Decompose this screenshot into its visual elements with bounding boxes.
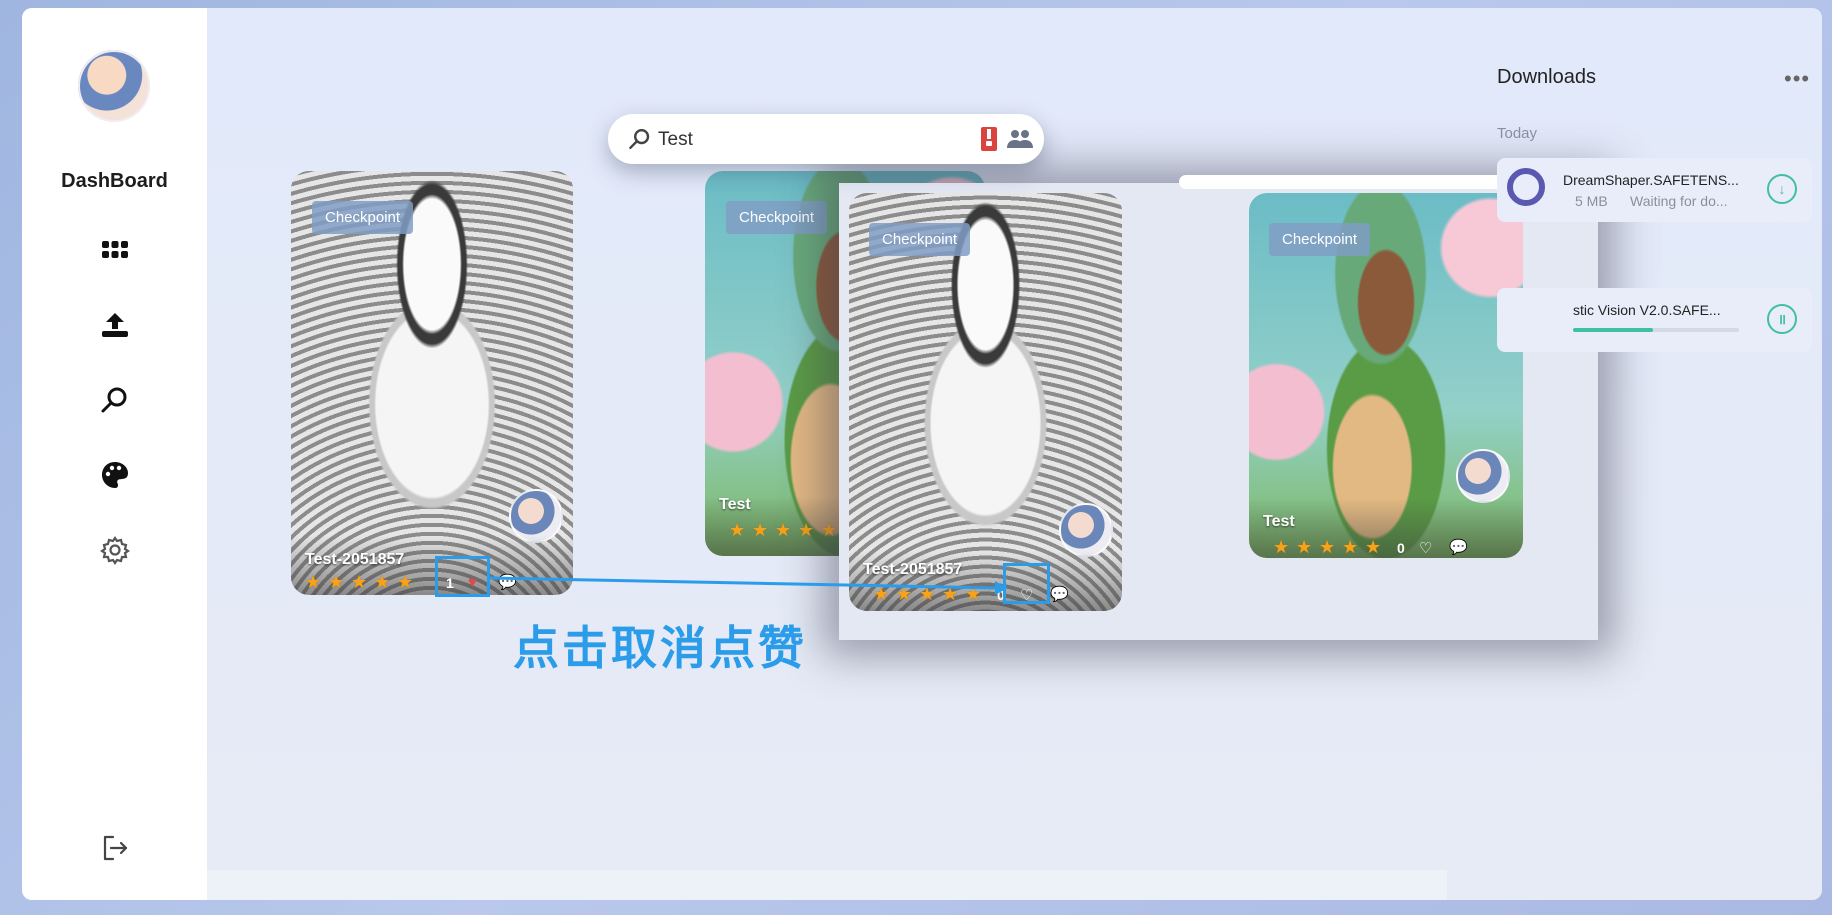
star-icon: ★: [305, 572, 322, 592]
settings-icon[interactable]: [98, 533, 132, 567]
star-icon: ★: [351, 572, 368, 592]
upload-icon[interactable]: [98, 308, 132, 342]
model-type-badge: Checkpoint: [312, 201, 414, 234]
star-icon: ★: [1319, 537, 1336, 557]
search-input[interactable]: [656, 126, 960, 154]
like-count: 0: [1397, 540, 1405, 556]
grid-icon[interactable]: [98, 233, 132, 267]
author-avatar[interactable]: [1456, 449, 1510, 503]
model-type-badge: Checkpoint: [869, 223, 971, 256]
star-icon: ★: [397, 572, 414, 592]
star-icon: ★: [729, 520, 746, 540]
star-icon: ★: [798, 520, 815, 540]
download-item[interactable]: stic Vision V2.0.SAFE... ॥: [1497, 288, 1812, 352]
app-window: DashBoard Checkpoint Test-2051857 ★ ★ ★ …: [22, 8, 1822, 900]
star-icon: ★: [1296, 537, 1313, 557]
star-icon: ★: [1273, 537, 1290, 557]
search-icon: [628, 127, 652, 156]
star-icon: ★: [1342, 537, 1359, 557]
model-card[interactable]: Checkpoint Test-2051857 ★ ★ ★ ★ ★ 1 ♥ 💬: [291, 171, 573, 595]
author-avatar[interactable]: [1059, 503, 1113, 557]
comment-icon[interactable]: 💬: [1449, 538, 1468, 556]
brand-title: DashBoard: [61, 170, 168, 192]
model-type-badge: Checkpoint: [1269, 223, 1371, 256]
downloads-title: Downloads: [1497, 66, 1596, 88]
comment-icon[interactable]: 💬: [1050, 585, 1069, 603]
palette-icon[interactable]: [98, 458, 132, 492]
star-icon: ★: [821, 520, 838, 540]
download-progress-fill: [1573, 328, 1653, 332]
model-card[interactable]: Checkpoint Test-2051857 ★ ★ ★ ★ ★ 0 ♡ 💬: [849, 193, 1122, 611]
avatar[interactable]: [78, 50, 150, 122]
sidebar: DashBoard: [22, 8, 207, 900]
logout-icon[interactable]: [98, 831, 132, 865]
horizontal-scrollbar[interactable]: [207, 870, 1447, 900]
zip-file-icon[interactable]: [980, 126, 998, 157]
download-size: 5 MB: [1575, 193, 1608, 209]
card-title: Test: [1263, 513, 1295, 530]
download-name: DreamShaper.SAFETENS...: [1563, 172, 1739, 188]
star-icon: ★: [328, 572, 345, 592]
card-title: Test-2051857: [305, 551, 405, 568]
model-type-badge: Checkpoint: [726, 201, 828, 234]
search-icon[interactable]: [98, 383, 132, 417]
annotation-text: 点击取消点赞: [513, 621, 807, 675]
annotation-arrow: [490, 576, 1008, 595]
download-status: Waiting for do...: [1630, 193, 1728, 209]
star-icon: ★: [374, 572, 391, 592]
file-icon: [1507, 168, 1545, 206]
download-name: stic Vision V2.0.SAFE...: [1573, 302, 1721, 318]
rating-stars: ★ ★ ★ ★ ★: [1273, 538, 1383, 556]
download-icon[interactable]: ↓: [1767, 174, 1797, 204]
rating-stars: ★ ★ ★ ★ ★: [305, 573, 415, 591]
star-icon: ★: [752, 520, 769, 540]
download-item[interactable]: DreamShaper.SAFETENS... 5 MB Waiting for…: [1497, 158, 1812, 222]
star-icon: ★: [1365, 537, 1382, 557]
pause-icon[interactable]: ॥: [1767, 304, 1797, 334]
users-icon[interactable]: [1006, 128, 1034, 155]
heart-outline-icon[interactable]: ♡: [1419, 539, 1432, 557]
model-card[interactable]: Checkpoint Test ★ ★ ★ ★ ★ 0 ♡ 💬: [1249, 193, 1523, 558]
card-title: Test: [719, 496, 751, 513]
downloads-section-label: Today: [1497, 125, 1538, 142]
download-progress: [1573, 328, 1739, 332]
search-bar[interactable]: [608, 114, 1044, 164]
star-icon: ★: [775, 520, 792, 540]
annotation-highlight-box: [435, 556, 490, 597]
more-options-icon[interactable]: •••: [1784, 66, 1810, 92]
annotation-highlight-box: [1003, 563, 1050, 604]
rating-stars: ★ ★ ★ ★ ★: [729, 521, 839, 539]
